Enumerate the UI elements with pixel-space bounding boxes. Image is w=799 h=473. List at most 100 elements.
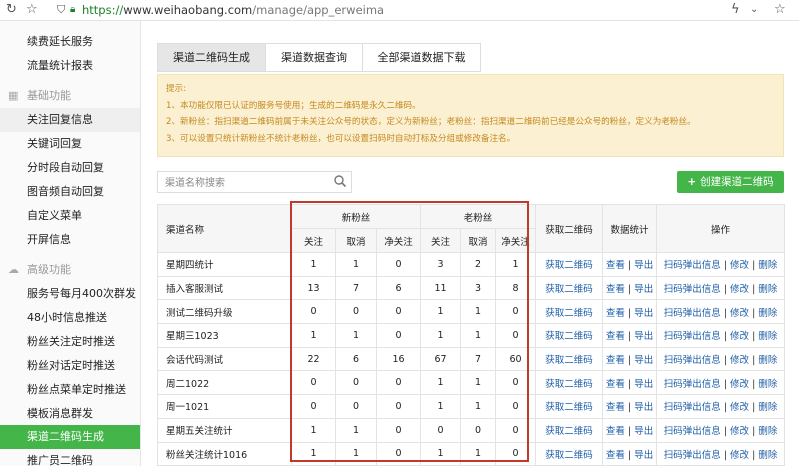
grid-icon: ▦ xyxy=(8,89,19,102)
edit-link[interactable]: 修改 xyxy=(730,260,749,271)
sidebar-item-follow-push[interactable]: 粉丝关注定时推送 xyxy=(0,330,140,354)
scan-msg-link[interactable]: 扫码弹出信息 xyxy=(664,260,721,271)
delete-link[interactable]: 删除 xyxy=(758,284,777,295)
sidebar-item-follow-reply[interactable]: 关注回复信息 xyxy=(0,108,140,132)
separator: | xyxy=(752,449,756,461)
view-link[interactable]: 查看 xyxy=(606,426,625,437)
plus-icon: + xyxy=(687,176,697,188)
tab-download-all[interactable]: 全部渠道数据下载 xyxy=(363,44,480,71)
sidebar-item-renewal[interactable]: 续费延长服务 xyxy=(0,30,140,54)
edit-link[interactable]: 修改 xyxy=(730,426,749,437)
chevron-down-icon[interactable]: ⌄ xyxy=(750,4,758,15)
sidebar-item-48h-push[interactable]: 48小时信息推送 xyxy=(0,306,140,330)
edit-link[interactable]: 修改 xyxy=(730,450,749,461)
export-link[interactable]: 导出 xyxy=(634,450,653,461)
view-link[interactable]: 查看 xyxy=(606,284,625,295)
get-qr-link[interactable]: 获取二维码 xyxy=(545,355,593,366)
get-qr-link[interactable]: 获取二维码 xyxy=(545,450,593,461)
delete-link[interactable]: 删除 xyxy=(758,355,777,366)
table-row: 周二1022 0 0 0 1 1 0 获取二维码 查看 | 导出 扫码弹出信息 | 修改 | 删除 xyxy=(157,370,786,396)
new-net-count: 0 xyxy=(375,323,422,348)
sidebar-item-chat-push[interactable]: 粉丝对话定时推送 xyxy=(0,354,140,378)
sidebar-item-channel-qr[interactable]: 渠道二维码生成 xyxy=(0,425,140,449)
search-icon[interactable] xyxy=(333,174,347,188)
view-link[interactable]: 查看 xyxy=(606,308,625,319)
scan-msg-link[interactable]: 扫码弹出信息 xyxy=(664,402,721,413)
delete-link[interactable]: 删除 xyxy=(758,331,777,342)
get-qr-link[interactable]: 获取二维码 xyxy=(545,331,593,342)
edit-link[interactable]: 修改 xyxy=(730,379,749,390)
get-qr-link[interactable]: 获取二维码 xyxy=(545,402,593,413)
url-scheme: https:// xyxy=(82,3,124,17)
ops-cell: 扫码弹出信息 | 修改 | 删除 xyxy=(656,441,786,467)
delete-link[interactable]: 删除 xyxy=(758,450,777,461)
scan-msg-link[interactable]: 扫码弹出信息 xyxy=(664,331,721,342)
scan-msg-link[interactable]: 扫码弹出信息 xyxy=(664,308,721,319)
sidebar-item-promoter-qr[interactable]: 推广员二维码 xyxy=(0,449,140,473)
scan-msg-link[interactable]: 扫码弹出信息 xyxy=(664,426,721,437)
refresh-icon[interactable]: ↻ xyxy=(6,2,17,17)
export-link[interactable]: 导出 xyxy=(634,379,653,390)
sidebar-item-mass-send[interactable]: 服务号每月400次群发 xyxy=(0,282,140,306)
view-link[interactable]: 查看 xyxy=(606,450,625,461)
tab-channel-data[interactable]: 渠道数据查询 xyxy=(266,44,363,71)
view-link[interactable]: 查看 xyxy=(606,260,625,271)
sidebar-item-keyword-reply[interactable]: 关键词回复 xyxy=(0,132,140,156)
get-qr-link[interactable]: 获取二维码 xyxy=(545,426,593,437)
channel-name: 测试二维码升级 xyxy=(157,299,292,325)
sidebar-item-splash[interactable]: 开屏信息 xyxy=(0,228,140,252)
get-qr-link[interactable]: 获取二维码 xyxy=(545,284,593,295)
old-net-count: 8 xyxy=(495,275,537,301)
edit-link[interactable]: 修改 xyxy=(730,284,749,295)
sidebar-item-media-reply[interactable]: 图音频自动回复 xyxy=(0,180,140,204)
old-follow-count: 67 xyxy=(420,346,462,372)
new-follow-count: 1 xyxy=(291,441,336,467)
scan-msg-link[interactable]: 扫码弹出信息 xyxy=(664,284,721,295)
tab-channel-qr[interactable]: 渠道二维码生成 xyxy=(158,44,266,71)
new-follow-count: 0 xyxy=(291,394,336,419)
lightning-icon[interactable]: ϟ xyxy=(731,2,740,17)
sidebar-item-timed-reply[interactable]: 分时段自动回复 xyxy=(0,156,140,180)
scan-msg-link[interactable]: 扫码弹出信息 xyxy=(664,450,721,461)
separator: | xyxy=(723,260,728,272)
export-link[interactable]: 导出 xyxy=(634,331,653,342)
bookmark-star-icon[interactable]: ☆ xyxy=(774,2,786,17)
get-qr-link[interactable]: 获取二维码 xyxy=(545,379,593,390)
export-link[interactable]: 导出 xyxy=(634,355,653,366)
col-header-new-cancel: 取消 xyxy=(335,228,377,253)
get-qr-link[interactable]: 获取二维码 xyxy=(545,308,593,319)
search-input[interactable] xyxy=(158,172,337,194)
create-channel-qr-button[interactable]: + 创建渠道二维码 xyxy=(677,171,784,193)
sidebar-item-traffic-report[interactable]: 流量统计报表 xyxy=(0,54,140,78)
view-link[interactable]: 查看 xyxy=(606,402,625,413)
delete-link[interactable]: 删除 xyxy=(758,426,777,437)
scan-msg-link[interactable]: 扫码弹出信息 xyxy=(664,379,721,390)
edit-link[interactable]: 修改 xyxy=(730,331,749,342)
delete-link[interactable]: 删除 xyxy=(758,260,777,271)
view-link[interactable]: 查看 xyxy=(606,379,625,390)
export-link[interactable]: 导出 xyxy=(634,284,653,295)
export-link[interactable]: 导出 xyxy=(634,308,653,319)
delete-link[interactable]: 删除 xyxy=(758,379,777,390)
sidebar-item-custom-menu[interactable]: 自定义菜单 xyxy=(0,204,140,228)
search-box xyxy=(157,171,352,194)
view-link[interactable]: 查看 xyxy=(606,355,625,366)
view-link[interactable]: 查看 xyxy=(606,331,625,342)
get-qr-cell: 获取二维码 xyxy=(535,441,604,467)
delete-link[interactable]: 删除 xyxy=(758,308,777,319)
delete-link[interactable]: 删除 xyxy=(758,402,777,413)
old-cancel-count: 1 xyxy=(460,394,497,419)
export-link[interactable]: 导出 xyxy=(634,426,653,437)
scan-msg-link[interactable]: 扫码弹出信息 xyxy=(664,355,721,366)
sidebar-item-template-msg[interactable]: 模板消息群发 xyxy=(0,402,140,426)
edit-link[interactable]: 修改 xyxy=(730,308,749,319)
url-field[interactable]: https://www.weihaobang.com/manage/app_er… xyxy=(82,3,384,17)
edit-link[interactable]: 修改 xyxy=(730,355,749,366)
star-icon[interactable]: ☆ xyxy=(26,2,38,17)
edit-link[interactable]: 修改 xyxy=(730,402,749,413)
export-link[interactable]: 导出 xyxy=(634,402,653,413)
get-qr-link[interactable]: 获取二维码 xyxy=(545,260,593,271)
export-link[interactable]: 导出 xyxy=(634,260,653,271)
sidebar-item-menu-push[interactable]: 粉丝点菜单定时推送 xyxy=(0,378,140,402)
get-qr-cell: 获取二维码 xyxy=(535,299,604,325)
